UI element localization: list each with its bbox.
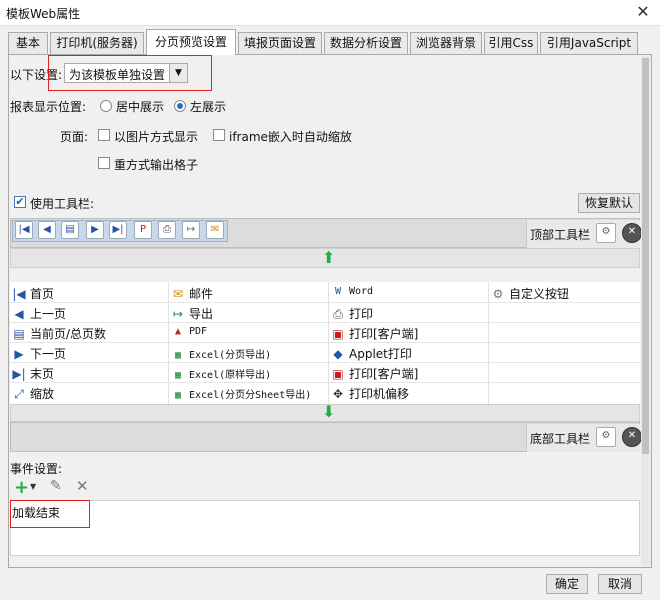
- pdf-icon: ▲: [174, 326, 182, 337]
- move-icon: ✥: [332, 387, 344, 401]
- export-icon[interactable]: ↦: [182, 221, 200, 239]
- page-count-icon[interactable]: ▤: [61, 221, 79, 239]
- event-item-label: 加载结束: [12, 506, 61, 520]
- first-page-icon[interactable]: |◀: [15, 221, 33, 239]
- edit-icon[interactable]: ✎: [50, 478, 62, 494]
- events-list: [10, 500, 640, 556]
- grid-item-excel-original[interactable]: ▦ Excel(原样导出): [171, 366, 271, 381]
- checkbox-image-display-label: 以图片方式显示: [114, 130, 199, 144]
- next-page-icon[interactable]: ▶: [86, 221, 104, 239]
- grid-item-zoom[interactable]: ⤢ 缩放: [12, 385, 54, 402]
- chevron-down-icon[interactable]: ▼: [30, 482, 36, 491]
- close-icon[interactable]: ✕: [622, 223, 642, 243]
- pdf-print-icon: ▣: [332, 367, 344, 381]
- grid-item-printer-offset[interactable]: ✥ 打印机偏移: [331, 385, 409, 402]
- last-page-icon[interactable]: ▶|: [109, 221, 127, 239]
- first-page-icon: |◀: [12, 287, 26, 301]
- print-icon: ⎙: [333, 307, 343, 321]
- gear-icon[interactable]: ⚙: [596, 427, 616, 447]
- checkbox-image-display[interactable]: [98, 129, 110, 141]
- tab-page-preview[interactable]: 分页预览设置: [146, 29, 236, 55]
- close-icon[interactable]: ✕: [632, 2, 654, 22]
- arrow-down-icon[interactable]: ⬇: [322, 402, 335, 421]
- prev-page-icon[interactable]: ◀: [38, 221, 56, 239]
- radio-left-label: 左展示: [190, 100, 227, 114]
- grid-item-email[interactable]: ✉ 邮件: [171, 285, 213, 302]
- bottom-toolbar-label: 底部工具栏: [530, 432, 591, 446]
- tab-data-analysis[interactable]: 数据分析设置: [324, 32, 408, 54]
- checkbox-use-toolbar[interactable]: [14, 196, 26, 208]
- gear-icon[interactable]: ⚙: [596, 223, 616, 243]
- checkbox-repeat-cells[interactable]: [98, 157, 110, 169]
- gear-icon: ⚙: [492, 287, 504, 301]
- prev-page-icon: ◀: [14, 307, 24, 321]
- radio-center[interactable]: [100, 100, 112, 112]
- grid-item-excel-page[interactable]: ▦ Excel(分页导出): [171, 346, 271, 361]
- zoom-icon: ⤢: [14, 387, 24, 401]
- tab-javascript[interactable]: 引用JavaScript: [540, 32, 638, 54]
- page-count-icon: ▤: [13, 327, 25, 341]
- grid-item-print-client[interactable]: ▣ 打印[客户端]: [331, 325, 418, 342]
- excel-icon: ▦: [174, 350, 182, 361]
- grid-item-first-page[interactable]: |◀ 首页: [12, 285, 54, 302]
- top-toolbar-label: 顶部工具栏: [530, 228, 591, 242]
- title-bar: [0, 0, 660, 26]
- print-icon[interactable]: ⎙: [158, 221, 176, 239]
- close-icon[interactable]: ✕: [622, 427, 642, 447]
- grid-item-page-count[interactable]: ▤ 当前页/总页数: [12, 325, 106, 342]
- checkbox-iframe-zoom-label: iframe嵌入时自动缩放: [229, 130, 352, 144]
- applet-icon: ◆: [333, 347, 343, 361]
- grid-item-custom-button[interactable]: ⚙ 自定义按钮: [491, 285, 569, 302]
- pdf-icon[interactable]: P: [134, 221, 152, 239]
- tab-fill-page[interactable]: 填报页面设置: [238, 32, 322, 54]
- grid-item-export[interactable]: ↦ 导出: [171, 305, 213, 322]
- add-icon[interactable]: +: [14, 477, 29, 498]
- grid-item-applet-print[interactable]: ◆ Applet打印: [331, 345, 412, 362]
- email-icon: ✉: [172, 287, 184, 301]
- radio-center-label: 居中展示: [116, 100, 165, 114]
- tab-css[interactable]: 引用Css: [484, 32, 538, 54]
- arrow-up-icon[interactable]: ⬆: [322, 248, 335, 267]
- grid-item-print-client-2[interactable]: ▣ 打印[客户端]: [331, 365, 418, 382]
- grid-item-next-page[interactable]: ▶ 下一页: [12, 345, 66, 362]
- scrollbar-thumb[interactable]: [642, 58, 649, 454]
- pdf-print-icon: ▣: [332, 327, 344, 341]
- excel-icon: ▦: [174, 390, 182, 401]
- last-page-icon: ▶|: [12, 367, 26, 381]
- scope-select[interactable]: 为该模板单独设置 ▼: [64, 63, 188, 83]
- chevron-down-icon[interactable]: ▼: [169, 64, 187, 82]
- delete-icon[interactable]: ✕: [76, 477, 89, 495]
- radio-left[interactable]: [174, 100, 186, 112]
- grid-item-print[interactable]: ⎙ 打印: [331, 305, 373, 322]
- ok-button[interactable]: 确定: [546, 574, 588, 594]
- window-title: 模板Web属性: [6, 7, 81, 21]
- scope-select-value: 为该模板单独设置: [69, 68, 166, 82]
- grid-item-word[interactable]: W Word: [331, 286, 373, 297]
- cancel-button[interactable]: 取消: [598, 574, 642, 594]
- grid-item-prev-page[interactable]: ◀ 上一页: [12, 305, 66, 322]
- checkbox-repeat-cells-label: 重方式输出格子: [114, 158, 199, 172]
- position-label: 报表显示位置:: [10, 100, 87, 114]
- excel-icon: ▦: [174, 370, 182, 381]
- word-icon: W: [334, 286, 342, 297]
- email-icon[interactable]: ✉: [206, 221, 224, 239]
- tab-browser-bg[interactable]: 浏览器背景: [410, 32, 482, 54]
- events-label: 事件设置:: [10, 462, 63, 476]
- next-page-icon: ▶: [14, 347, 24, 361]
- tab-printer-server[interactable]: 打印机(服务器): [50, 32, 144, 54]
- page-label: 页面:: [60, 130, 89, 144]
- grid-item-pdf[interactable]: ▲ PDF: [171, 326, 207, 337]
- restore-default-button[interactable]: 恢复默认: [578, 193, 640, 213]
- tab-basic[interactable]: 基本: [8, 32, 48, 54]
- use-toolbar-label: 使用工具栏:: [30, 197, 95, 211]
- checkbox-iframe-zoom[interactable]: [213, 129, 225, 141]
- grid-item-last-page[interactable]: ▶| 末页: [12, 365, 54, 382]
- export-icon: ↦: [172, 307, 184, 321]
- grid-item-excel-sheet[interactable]: ▦ Excel(分页分Sheet导出): [171, 386, 311, 401]
